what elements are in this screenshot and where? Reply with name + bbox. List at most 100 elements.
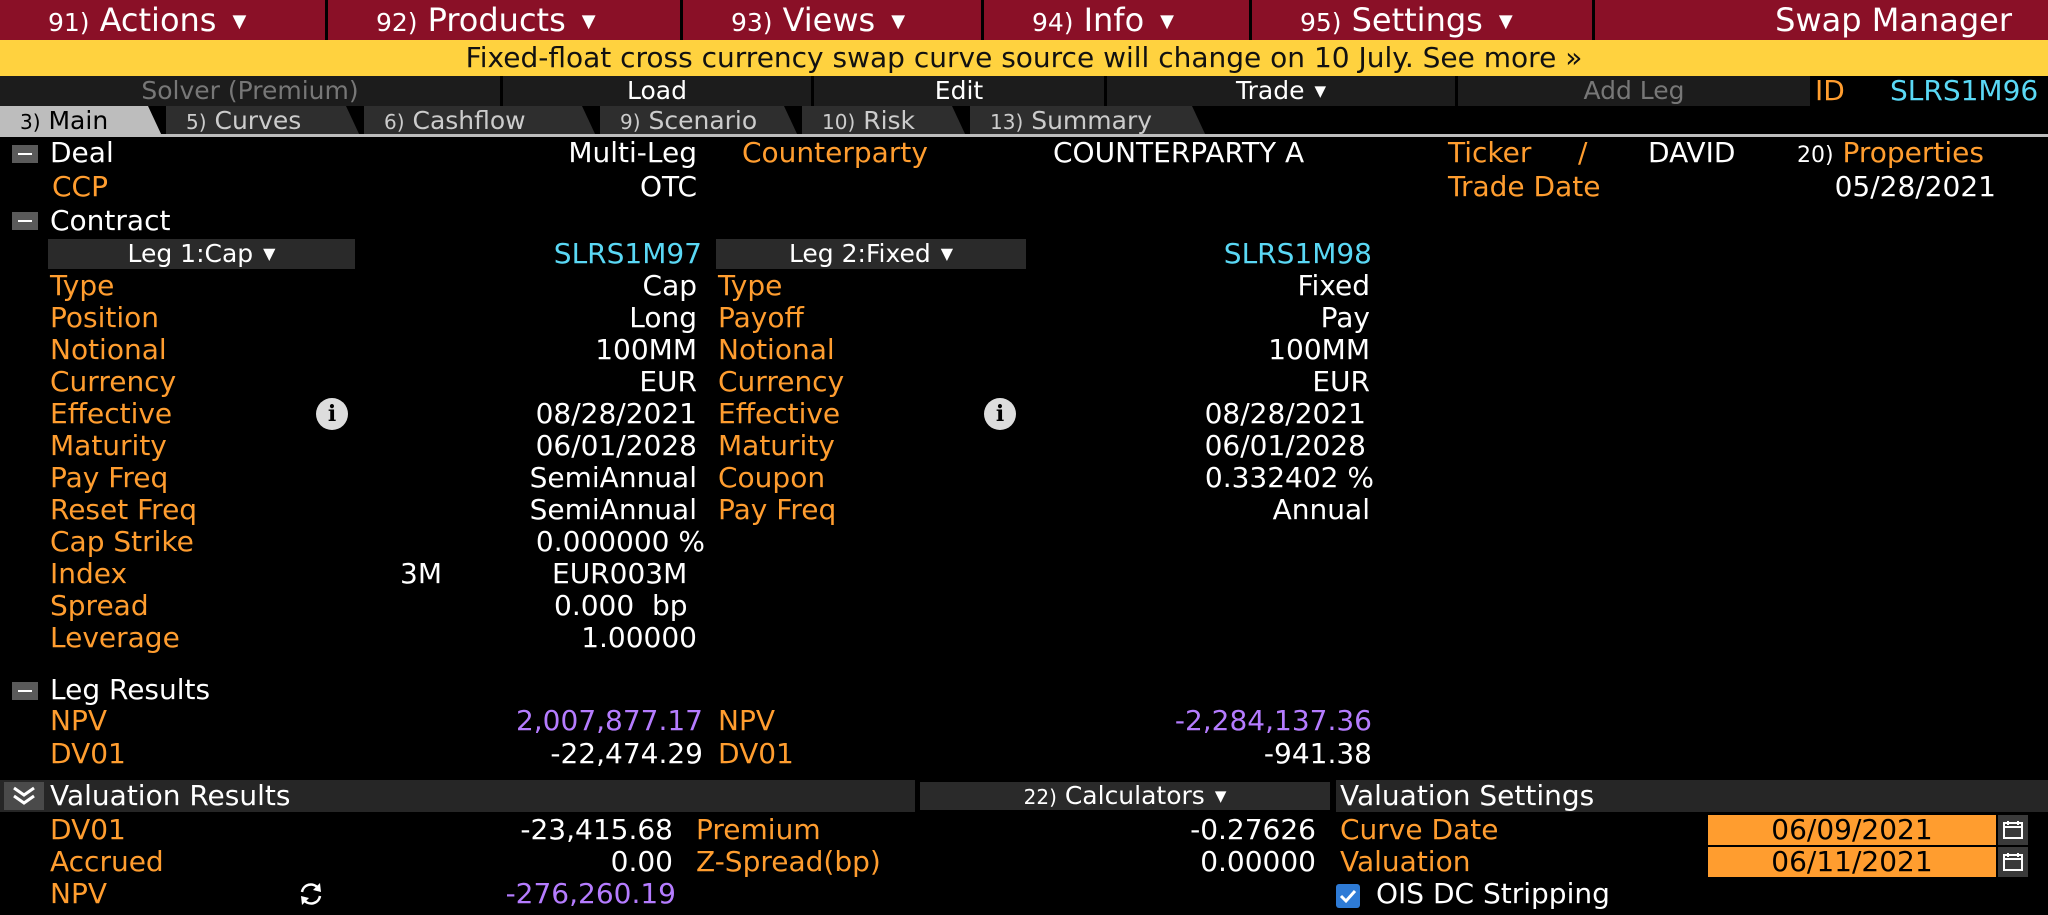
collapse-deal-icon[interactable]	[12, 145, 38, 163]
leg1-npv-label: NPV	[50, 704, 107, 737]
leg2-effective-label: Effective	[718, 397, 841, 430]
collapse-leg-results-icon[interactable]	[12, 682, 38, 700]
leg1-cap-strike-value[interactable]: 0.000000 %	[400, 526, 705, 558]
leg2-type-label: Type	[718, 269, 783, 302]
actions-menu[interactable]: 91) Actions ▼	[0, 0, 325, 40]
views-menu[interactable]: 93) Views ▼	[683, 0, 981, 40]
leg2-coupon-label: Coupon	[718, 461, 826, 494]
leg2-effective-value[interactable]: 08/28/2021	[1070, 398, 1366, 430]
edit-button[interactable]: Edit	[814, 76, 1104, 106]
leg1-index-label: Index	[50, 557, 128, 590]
chevron-down-icon: ▼	[232, 11, 247, 32]
curve-date-field[interactable]: 06/09/2021	[1708, 815, 1996, 845]
premium-label: Premium	[696, 813, 821, 846]
deal-type: Multi-Leg	[568, 136, 697, 169]
notice-banner[interactable]: Fixed-float cross currency swap curve so…	[0, 40, 2048, 76]
trade-date-value[interactable]: 05/28/2021	[1700, 171, 1996, 203]
ois-dc-stripping-checkbox[interactable]	[1336, 884, 1360, 908]
calendar-icon-glyph	[2003, 853, 2023, 871]
calendar-icon[interactable]	[1998, 815, 2028, 845]
counterparty-label: Counterparty	[742, 136, 928, 169]
leg2-currency-value[interactable]: EUR	[1070, 366, 1370, 398]
leg1-leverage-value[interactable]: 1.00000	[400, 622, 697, 654]
leg1-notional-value[interactable]: 100MM	[400, 334, 697, 366]
leg1-reset-freq-label: Reset Freq	[50, 493, 198, 526]
add-leg-button: Add Leg	[1458, 76, 1810, 106]
chevron-down-icon: ▼	[1314, 82, 1326, 100]
leg1-position-value[interactable]: Long	[400, 302, 697, 334]
leg1-dv01-label: DV01	[50, 737, 126, 770]
leg1-npv-value: 2,007,877.17	[515, 704, 703, 737]
leg-results-header: Leg Results	[50, 673, 211, 706]
menu-bar: 91) Actions ▼ 92) Products ▼ 93) Views ▼ 94) In…	[0, 0, 2048, 40]
leg2-notional-value[interactable]: 100MM	[1070, 334, 1370, 366]
leg1-effective-value[interactable]: 08/28/2021	[400, 398, 697, 430]
tab-main[interactable]: 3) Main	[0, 106, 162, 136]
leg1-index-value[interactable]: EUR003M	[552, 558, 687, 590]
collapse-contract-icon[interactable]	[12, 212, 38, 230]
premium-value: -0.27626	[1190, 813, 1316, 846]
tab-summary[interactable]: 13) Summary	[970, 106, 1206, 136]
total-dv01-label: DV01	[50, 813, 126, 846]
leg1-currency-value[interactable]: EUR	[400, 366, 697, 398]
leg2-maturity-value[interactable]: 06/01/2028	[1070, 430, 1366, 462]
calculators-button[interactable]: 22) Calculators ▼	[920, 782, 1330, 810]
leg1-maturity-value[interactable]: 06/01/2028	[400, 430, 697, 462]
tab-curves[interactable]: 5) Curves	[166, 106, 360, 136]
info-icon[interactable]: i	[984, 398, 1016, 430]
total-npv-label: NPV	[50, 877, 107, 910]
notice-banner-link[interactable]: Fixed-float cross currency swap curve so…	[466, 41, 1583, 74]
leg1-currency-label: Currency	[50, 365, 177, 398]
checkmark-icon	[1339, 889, 1357, 904]
leg1-type-value[interactable]: Cap	[400, 270, 697, 302]
chevron-down-icon: ▼	[940, 244, 954, 263]
contract-header: Contract	[50, 204, 171, 237]
valuation-date-field[interactable]: 06/11/2021	[1708, 847, 1996, 877]
leg1-selector[interactable]: Leg 1:Cap ▼	[48, 239, 355, 269]
collapse-valuation-icon[interactable]	[4, 782, 44, 810]
tab-divider	[0, 134, 2048, 137]
refresh-icon-glyph	[300, 883, 322, 905]
chevron-down-icon: ▼	[1498, 11, 1513, 32]
leg1-index-tenor[interactable]: 3M	[400, 558, 442, 590]
accrued-value: 0.00	[610, 845, 673, 878]
load-button[interactable]: Load	[503, 76, 811, 106]
tab-scenario[interactable]: 9) Scenario	[600, 106, 798, 136]
leg2-coupon-value[interactable]: 0.332402 %	[1070, 462, 1374, 494]
ticker-label: Ticker	[1448, 136, 1532, 169]
refresh-icon[interactable]	[296, 880, 326, 908]
id-label: ID	[1815, 74, 1845, 107]
leg2-npv-value: -2,284,137.36	[1174, 704, 1372, 737]
leg1-type-label: Type	[50, 269, 115, 302]
leg2-type-value[interactable]: Fixed	[1070, 270, 1370, 302]
z-spread-value: 0.00000	[1200, 845, 1316, 878]
ticker-value[interactable]: DAVID	[1648, 137, 1735, 169]
counterparty-value[interactable]: COUNTERPARTY A	[1053, 137, 1304, 169]
leg1-pay-freq-value[interactable]: SemiAnnual	[400, 462, 697, 494]
valuation-settings-header: Valuation Settings	[1340, 779, 1595, 812]
leg1-spread-value[interactable]: 0.000 bp	[554, 590, 688, 622]
calendar-icon[interactable]	[1998, 847, 2028, 877]
leg2-maturity-label: Maturity	[718, 429, 835, 462]
info-icon[interactable]: i	[316, 398, 348, 430]
leg2-selector[interactable]: Leg 2:Fixed ▼	[716, 239, 1026, 269]
leg2-payoff-value[interactable]: Pay	[1070, 302, 1370, 334]
settings-menu[interactable]: 95) Settings ▼	[1252, 0, 1592, 40]
leg2-dv01-value: -941.38	[1263, 737, 1372, 770]
properties-link[interactable]: 20) Properties	[1797, 137, 1984, 172]
total-npv-value: -276,260.19	[505, 877, 676, 910]
trade-button[interactable]: Trade ▼	[1107, 76, 1455, 106]
tab-risk[interactable]: 10) Risk	[802, 106, 966, 136]
chevron-down-icon: ▼	[1214, 787, 1227, 805]
accrued-label: Accrued	[50, 845, 164, 878]
leg1-id: SLRS1M97	[553, 237, 702, 270]
info-menu[interactable]: 94) Info ▼	[984, 0, 1249, 40]
ois-dc-stripping-label: OIS DC Stripping	[1376, 877, 1610, 910]
chevron-down-icon: ▼	[581, 11, 596, 32]
chevron-down-icon: ▼	[1160, 11, 1174, 32]
ccp-value[interactable]: OTC	[500, 171, 697, 203]
products-menu[interactable]: 92) Products ▼	[328, 0, 680, 40]
tab-cashflow[interactable]: 6) Cashflow	[364, 106, 596, 136]
leg1-reset-freq-value[interactable]: SemiAnnual	[400, 494, 697, 526]
leg2-pay-freq-value[interactable]: Annual	[1070, 494, 1370, 526]
